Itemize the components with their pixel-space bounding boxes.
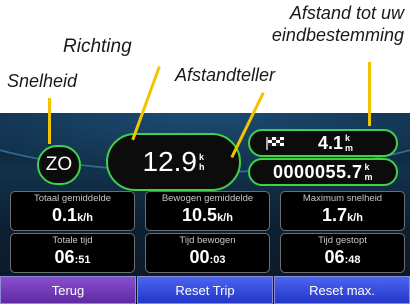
tile-value-number: 06 <box>54 247 75 267</box>
tile-value-unit: k/h <box>347 212 363 224</box>
tile-moving-time[interactable]: Tijd bewogen 00:03 <box>145 233 270 273</box>
caption-distance-to-destination: Afstand tot uw eindbestemming <box>272 2 404 46</box>
checkered-flag-icon <box>266 137 284 150</box>
tile-total-average[interactable]: Totaal gemiddelde 0.1k/h <box>10 191 135 231</box>
caption-line-2: eindbestemming <box>271 25 404 45</box>
tile-value-suffix: :51 <box>74 254 91 266</box>
speed-value: 12.9 <box>142 146 198 177</box>
tile-value: 0.1k/h <box>11 204 134 229</box>
tile-value: 06:48 <box>281 246 404 271</box>
caption-direction: Richting <box>63 36 132 57</box>
tile-label: Maximum snelheid <box>302 193 383 204</box>
tile-total-time[interactable]: Totale tijd 06:51 <box>10 233 135 273</box>
back-button[interactable]: Terug <box>0 276 136 304</box>
tile-label: Totale tijd <box>52 235 93 246</box>
speed-unit: k h <box>199 152 205 172</box>
tile-value-number: 10.5 <box>182 205 218 225</box>
reset-max-button[interactable]: Reset max. <box>274 276 410 304</box>
odometer-unit-top: k <box>364 162 371 172</box>
tile-value-unit: k/h <box>77 212 93 224</box>
tile-max-speed[interactable]: Maximum snelheid 1.7k/h <box>280 191 405 231</box>
distance-unit: k m <box>345 133 353 153</box>
distance-unit-top: k <box>345 133 351 143</box>
reset-trip-button[interactable]: Reset Trip <box>137 276 273 304</box>
tile-value-number: 0.1 <box>52 205 78 225</box>
tile-stopped-time[interactable]: Tijd gestopt 06:48 <box>280 233 405 273</box>
pointer-distance-to-destination <box>368 62 371 126</box>
trip-computer-screen: ZO 12.9 k h 4.1 k m 0000055.7 k m Totaal… <box>0 113 410 304</box>
odometer-unit-bottom: m <box>364 172 374 182</box>
pointer-speed <box>48 98 51 144</box>
tile-value: 1.7k/h <box>281 204 404 229</box>
caption-line-1: Afstand tot uw <box>289 3 404 23</box>
tile-value-number: 1.7 <box>322 205 348 225</box>
distance-value: 4.1 <box>318 132 344 153</box>
tile-value: 00:03 <box>146 246 269 271</box>
tile-label: Totaal gemiddelde <box>33 193 112 204</box>
caption-speed: Snelheid <box>7 71 78 91</box>
distance-unit-bottom: m <box>345 143 354 153</box>
caption-odometer: Afstandteller <box>175 65 276 85</box>
speed-display: 12.9 k h <box>106 133 241 191</box>
tile-label: Tijd gestopt <box>318 235 367 246</box>
tile-value: 06:51 <box>11 246 134 271</box>
tile-value: 10.5k/h <box>146 204 269 229</box>
speed-unit-bottom: h <box>199 162 205 172</box>
tile-value-suffix: :03 <box>209 254 226 266</box>
odometer-value: 0000055.7 <box>272 161 363 182</box>
tile-moving-average[interactable]: Bewogen gemiddelde 10.5k/h <box>145 191 270 231</box>
odometer-display: 0000055.7 k m <box>248 158 398 186</box>
tile-label: Tijd bewogen <box>179 235 236 246</box>
tile-label: Bewogen gemiddelde <box>161 193 254 204</box>
speed-unit-top: k <box>199 152 205 162</box>
tile-value-suffix: :48 <box>344 254 361 266</box>
tile-value-number: 06 <box>324 247 345 267</box>
tile-value-number: 00 <box>189 247 210 267</box>
odometer-unit: k m <box>365 162 374 182</box>
compass-heading-value: ZO <box>45 154 73 175</box>
distance-to-destination-display: 4.1 k m <box>248 129 398 157</box>
tile-value-unit: k/h <box>217 212 233 224</box>
compass-heading: ZO <box>37 145 81 185</box>
